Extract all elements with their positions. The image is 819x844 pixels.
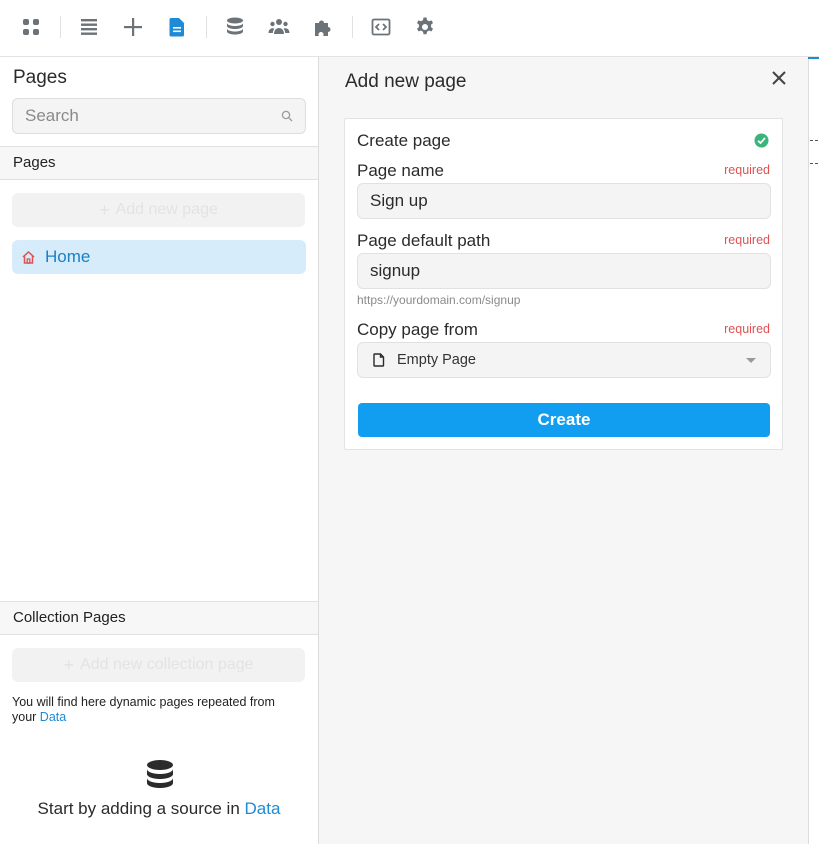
pages-section-header: Pages — [0, 146, 318, 180]
search-input[interactable] — [13, 99, 263, 133]
plus-icon: + — [63, 654, 75, 675]
apps-icon[interactable] — [17, 13, 45, 41]
card-title: Create page — [357, 131, 451, 150]
path-input[interactable] — [358, 254, 770, 288]
database-icon — [147, 760, 173, 788]
file-icon — [373, 353, 385, 367]
toolbar-divider — [206, 16, 207, 38]
copy-from-value: Empty Page — [397, 352, 476, 368]
users-icon[interactable] — [265, 13, 293, 41]
add-page-button[interactable]: + Add new page — [12, 193, 305, 227]
search-icon — [281, 110, 293, 122]
collection-section-header: Collection Pages — [0, 601, 318, 635]
page-item-home[interactable]: Home — [12, 240, 306, 274]
check-circle-icon — [754, 133, 769, 148]
top-toolbar — [0, 0, 819, 57]
copy-from-select[interactable]: Empty Page — [357, 342, 771, 378]
empty-state-text: Start by adding a source in Data — [0, 799, 318, 819]
page-name-field[interactable] — [357, 183, 771, 219]
caret-down-icon — [746, 358, 756, 363]
page-name-input[interactable] — [358, 184, 770, 218]
create-page-card: Create page Page name required Page defa… — [344, 118, 783, 450]
start-text: Start by adding a source in — [37, 799, 245, 818]
path-hint: https://yourdomain.com/signup — [357, 293, 521, 307]
plus-icon[interactable] — [119, 13, 147, 41]
layers-icon[interactable] — [75, 13, 103, 41]
add-collection-page-button[interactable]: + Add new collection page — [12, 648, 305, 682]
collection-help-text: You will find here dynamic pages repeate… — [12, 695, 302, 725]
page-item-label: Home — [45, 247, 91, 266]
home-icon — [22, 250, 35, 264]
code-icon[interactable] — [367, 13, 395, 41]
canvas-edge-accent — [808, 57, 819, 59]
plus-icon: + — [99, 199, 110, 220]
path-field[interactable] — [357, 253, 771, 289]
add-page-label: Add new page — [115, 201, 218, 218]
canvas-edge — [808, 57, 819, 844]
pages-panel: Pages Pages + Add new page Home Collecti… — [0, 57, 319, 844]
path-label: Page default path — [357, 231, 491, 250]
required-badge: required — [724, 233, 770, 247]
canvas-guide-mark — [810, 163, 818, 164]
database-icon[interactable] — [221, 13, 249, 41]
canvas-guide-mark — [810, 140, 818, 141]
close-icon[interactable] — [770, 69, 788, 87]
required-badge: required — [724, 322, 770, 336]
required-badge: required — [724, 163, 770, 177]
page-icon[interactable] — [163, 13, 191, 41]
toolbar-divider — [60, 16, 61, 38]
copy-from-label: Copy page from — [357, 320, 478, 339]
panel-title: Pages — [13, 67, 67, 88]
puzzle-icon[interactable] — [309, 13, 337, 41]
search-field[interactable] — [12, 98, 306, 134]
toolbar-divider — [352, 16, 353, 38]
page-name-label: Page name — [357, 161, 444, 180]
data-link[interactable]: Data — [40, 710, 66, 724]
add-collection-label: Add new collection page — [80, 656, 254, 673]
add-page-panel: Add new page Create page Page name requi… — [319, 57, 808, 844]
form-title: Add new page — [345, 71, 467, 92]
create-button[interactable]: Create — [358, 403, 770, 437]
data-link[interactable]: Data — [245, 799, 281, 818]
gear-icon[interactable] — [411, 13, 439, 41]
